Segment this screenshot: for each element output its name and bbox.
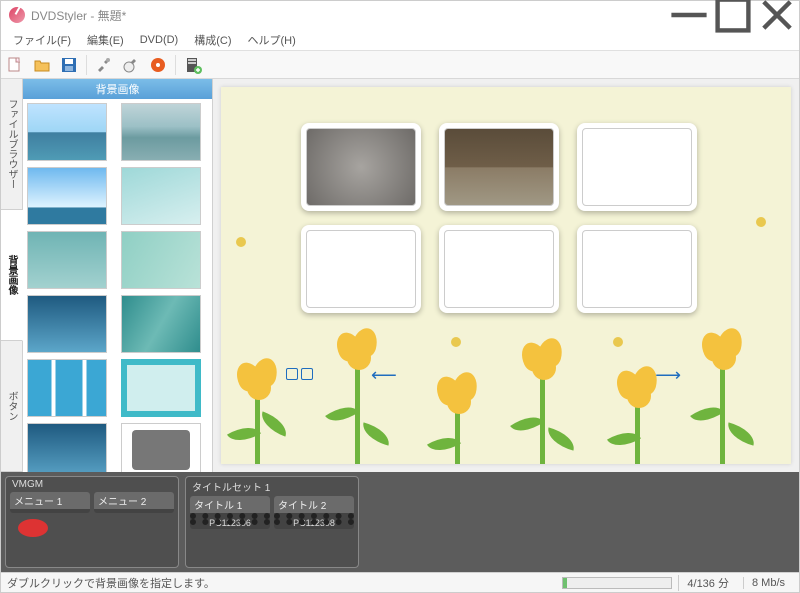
menu-edit[interactable]: 編集(E) [79, 29, 132, 51]
background-panel-header: 背景画像 [23, 79, 212, 99]
open-button[interactable] [30, 53, 54, 77]
maximize-button[interactable] [711, 1, 755, 29]
timeline-title-item[interactable]: タイトル 1 PC112306 [190, 496, 270, 529]
background-thumb-list[interactable] [23, 99, 212, 472]
bg-thumb[interactable] [27, 423, 107, 472]
content-area: ファイルブラウザー 背景画像 ボタン 背景画像 [1, 79, 799, 472]
burn-button[interactable] [146, 53, 170, 77]
status-hint: ダブルクリックで背景画像を指定します。 [7, 575, 215, 591]
timeline-item-filename: PC112308 [274, 517, 354, 529]
menu-canvas[interactable]: ⟵ ⟶ [221, 87, 791, 464]
bg-thumb[interactable] [121, 359, 201, 417]
bg-thumb[interactable] [121, 295, 201, 353]
timeline-group-label: VMGM [8, 479, 176, 490]
timeline-item-label: メニュー 1 [10, 492, 90, 509]
window-title: DVDStyler - 無題* [31, 7, 667, 24]
menu-slot[interactable] [439, 123, 559, 211]
bg-thumb[interactable] [121, 231, 201, 289]
disc-usage-progress [562, 577, 672, 589]
bg-thumb[interactable] [121, 167, 201, 225]
timeline-item-label: タイトル 1 [190, 496, 270, 513]
prev-arrow-icon[interactable]: ⟵ [371, 365, 397, 386]
timeline-item-label: メニュー 2 [94, 492, 174, 509]
timeline-menu-item[interactable]: メニュー 1 [10, 492, 90, 513]
menu-slot[interactable] [577, 225, 697, 313]
menu-dvd[interactable]: DVD(D) [132, 31, 187, 49]
bg-thumb[interactable] [27, 231, 107, 289]
side-tabs: ファイルブラウザー 背景画像 ボタン [1, 79, 23, 472]
bg-thumb[interactable] [27, 359, 107, 417]
timeline-vmgm-group: VMGM メニュー 1 メニュー 2 [5, 476, 179, 568]
background-panel: 背景画像 [23, 79, 213, 472]
titlebar: DVDStyler - 無題* [1, 1, 799, 29]
bg-thumb[interactable] [27, 295, 107, 353]
tab-backgrounds[interactable]: 背景画像 [1, 210, 23, 341]
timeline-item-filename: PC112306 [190, 517, 270, 529]
toolbar [1, 51, 799, 79]
menu-file[interactable]: ファイル(F) [5, 29, 79, 51]
menubar: ファイル(F) 編集(E) DVD(D) 構成(C) ヘルプ(H) [1, 29, 799, 51]
addfile-button[interactable] [181, 53, 205, 77]
app-icon [9, 7, 25, 23]
bg-thumb[interactable] [121, 103, 201, 161]
close-button[interactable] [755, 1, 799, 29]
minimize-button[interactable] [667, 1, 711, 29]
statusbar: ダブルクリックで背景画像を指定します。 4/136 分 8 Mb/s [1, 572, 799, 592]
tab-filebrowser[interactable]: ファイルブラウザー [1, 79, 23, 210]
bitrate-text: 8 Mb/s [743, 577, 793, 589]
settings-button[interactable] [92, 53, 116, 77]
bg-thumb[interactable] [27, 103, 107, 161]
disc-settings-button[interactable] [119, 53, 143, 77]
menu-help[interactable]: ヘルプ(H) [240, 29, 304, 51]
menu-slot[interactable] [577, 123, 697, 211]
canvas-area: ⟵ ⟶ [213, 79, 799, 472]
page-indicator[interactable] [286, 368, 313, 380]
menu-slot[interactable] [301, 123, 421, 211]
timeline-title-item[interactable]: タイトル 2 PC112308 [274, 496, 354, 529]
menu-slot-grid [301, 123, 697, 313]
timeline-item-label: タイトル 2 [274, 496, 354, 513]
new-button[interactable] [3, 53, 27, 77]
timeline-titleset-group: タイトルセット 1 タイトル 1 PC112306 タイトル 2 PC11230… [185, 476, 359, 568]
menu-slot[interactable] [301, 225, 421, 313]
save-button[interactable] [57, 53, 81, 77]
next-arrow-icon[interactable]: ⟶ [655, 365, 681, 386]
menu-slot[interactable] [439, 225, 559, 313]
bg-thumb[interactable] [121, 423, 201, 472]
disc-usage-text: 4/136 分 [678, 575, 737, 591]
timeline-menu-item[interactable]: メニュー 2 [94, 492, 174, 513]
timeline-group-label: タイトルセット 1 [188, 479, 356, 494]
menu-config[interactable]: 構成(C) [186, 29, 239, 51]
tab-buttons[interactable]: ボタン [1, 341, 23, 472]
timeline[interactable]: VMGM メニュー 1 メニュー 2 タイトルセット 1 タイトル 1 PC11… [1, 472, 799, 572]
bg-thumb[interactable] [27, 167, 107, 225]
